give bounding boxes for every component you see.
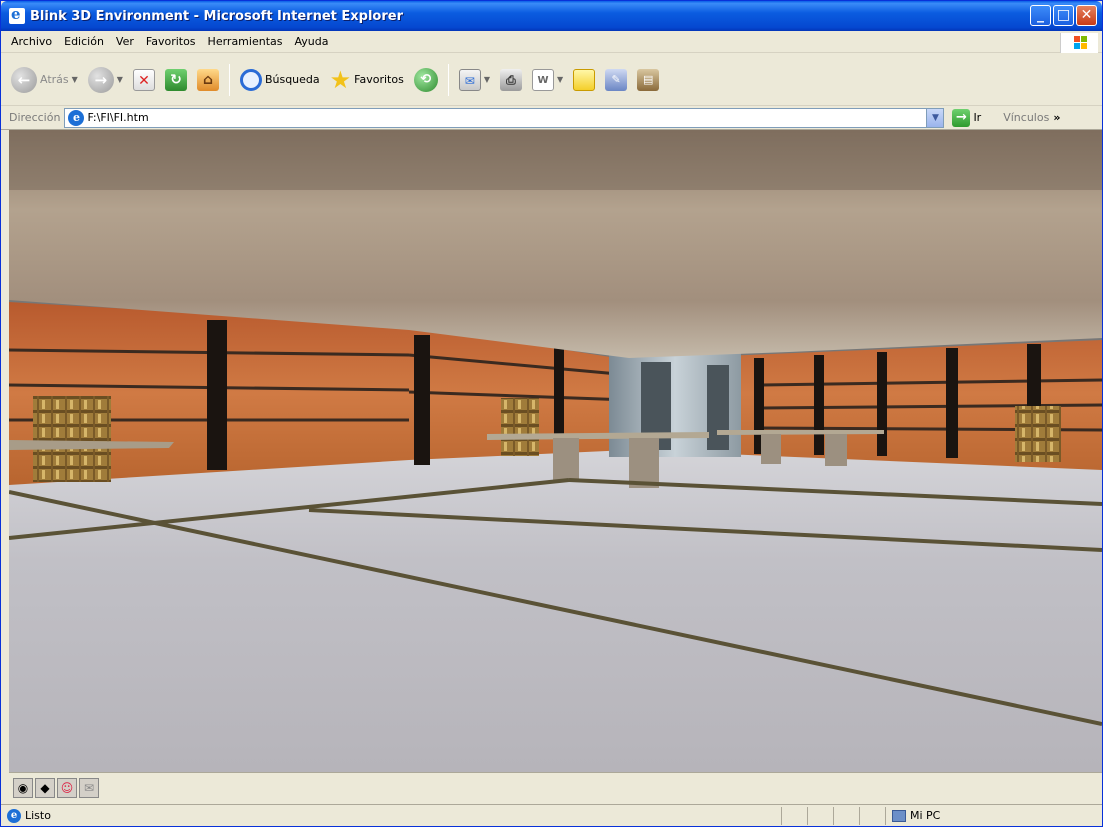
close-icon: ✕ [1080,7,1093,23]
history-icon: ⟲ [413,67,438,92]
stop-icon: ✕ [132,68,155,91]
windows-logo-icon [1060,33,1098,53]
toolbar-separator [228,63,230,96]
window-title: Blink 3D Environment - Microsoft Interne… [30,8,404,24]
address-input[interactable]: e F:\FI\FI.htm ▼ [64,107,945,128]
status-bar: e Listo Mi PC [1,804,1102,826]
elevator-door [707,365,729,450]
messenger-button[interactable]: ✎ [603,62,629,98]
search-label: Búsqueda [264,73,320,86]
favorites-star-icon: ★ [329,65,352,94]
back-button[interactable]: ← Atrás ▼ [9,62,80,98]
maximize-button[interactable]: □ [1053,5,1074,26]
zone-label: Mi PC [910,809,941,822]
address-label: Dirección [9,111,61,124]
favorites-label: Favoritos [354,73,404,86]
minimize-icon: _ [1037,7,1044,23]
menu-archivo[interactable]: Archivo [5,31,58,53]
back-arrow-icon: ← [11,66,37,93]
home-button[interactable]: ⌂ [195,62,221,98]
edit-button[interactable]: W ▼ [530,62,565,98]
ie-window: Blink 3D Environment - Microsoft Interne… [0,0,1103,827]
go-label: Ir [973,111,982,124]
ceiling-shadow [9,130,1102,190]
address-value[interactable]: F:\FI\FI.htm [87,111,148,124]
mail-icon: ✉ [458,68,481,91]
menu-ayuda[interactable]: Ayuda [288,31,334,53]
status-cell [781,806,807,825]
status-cell [833,806,859,825]
standard-toolbar: ← Atrás ▼ → ▼ ✕ ↻ ⌂ Búsqueda ★ Favoritos… [1,54,1102,106]
bookshelf [1015,406,1061,462]
search-button[interactable]: Búsqueda [238,62,322,98]
address-bar: Dirección e F:\FI\FI.htm ▼ → Ir Vínculos… [1,106,1102,130]
ie-status-icon: e [7,808,21,823]
menu-ver[interactable]: Ver [110,31,140,53]
chevron-right-icon: » [1053,111,1061,124]
toolbar-separator [447,63,449,96]
go-arrow-icon: → [952,108,971,127]
user-icon[interactable]: ☺ [57,778,77,798]
bookshelf [501,398,539,456]
edit-dropdown-icon[interactable]: ▼ [557,75,563,84]
bookshelf [33,396,111,482]
messenger-icon: ✎ [605,68,628,91]
status-text: Listo [25,809,51,822]
search-icon [239,68,262,91]
stop-button[interactable]: ✕ [131,62,157,98]
mail-button[interactable]: ✉ ▼ [457,62,492,98]
computer-icon [892,809,906,822]
title-bar[interactable]: Blink 3D Environment - Microsoft Interne… [1,1,1102,31]
menu-herramientas[interactable]: Herramientas [202,31,289,53]
print-icon: ⎙ [499,68,522,91]
links-button[interactable]: Vínculos» [1003,111,1060,124]
page-icon: e [68,109,85,126]
links-label: Vínculos [1003,111,1050,124]
minimize-button[interactable]: _ [1030,5,1051,26]
refresh-icon: ↻ [164,68,187,91]
note-icon [573,68,596,91]
discuss-button[interactable] [571,62,597,98]
forward-button[interactable]: → ▼ [86,62,125,98]
mail-dropdown-icon[interactable]: ▼ [484,75,490,84]
forward-dropdown-icon[interactable]: ▼ [117,75,123,84]
history-button[interactable]: ⟲ [412,62,440,98]
menu-bar: Archivo Edición Ver Favoritos Herramient… [1,31,1102,53]
chat-icon[interactable]: ✉ [79,778,99,798]
refresh-button[interactable]: ↻ [163,62,189,98]
3d-scene[interactable] [9,130,1102,772]
security-zone: Mi PC [885,806,1065,825]
avatar-shape-icon[interactable]: ◆ [35,778,55,798]
menu-edicion[interactable]: Edición [58,31,110,53]
forward-arrow-icon: → [87,66,114,93]
3d-viewport[interactable] [9,130,1102,772]
status-cell [807,806,833,825]
menu-favoritos[interactable]: Favoritos [140,31,202,53]
home-icon: ⌂ [196,68,219,91]
status-cell [859,806,885,825]
ie-icon [9,5,25,24]
research-button[interactable]: ▤ [635,62,661,98]
back-label: Atrás [40,73,69,86]
back-dropdown-icon[interactable]: ▼ [72,75,78,84]
go-button[interactable]: → Ir [952,108,982,127]
print-button[interactable]: ⎙ [498,62,524,98]
eye-view-icon[interactable]: ◉ [13,778,33,798]
blink-control-bar: ◉ ◆ ☺ ✉ [9,772,1102,803]
favorites-button[interactable]: ★ Favoritos [328,62,406,98]
maximize-icon: □ [1056,7,1071,23]
close-button[interactable]: ✕ [1076,5,1097,26]
research-icon: ▤ [637,68,660,91]
edit-page-icon: W [531,68,554,91]
address-dropdown-icon[interactable]: ▼ [926,108,944,127]
